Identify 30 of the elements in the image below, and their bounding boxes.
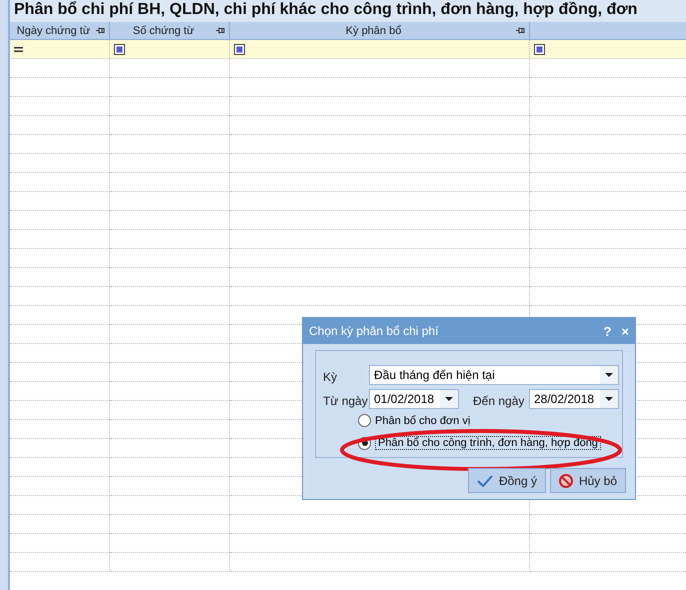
from-date-label: Từ ngày <box>323 394 368 408</box>
page-title: Phân bổ chi phí BH, QLDN, chi phí khác cho công trình, đơn hàng, hợp đồng, đơn <box>10 0 686 22</box>
checkmark-icon <box>477 474 493 486</box>
column-header[interactable]: Ngày chứng từ <box>10 22 110 40</box>
column-header[interactable]: Kỳ phân bổ <box>230 22 530 40</box>
dropdown-arrow-icon[interactable] <box>445 397 453 401</box>
prohibited-icon <box>559 474 573 488</box>
pin-icon[interactable] <box>216 27 225 34</box>
filter-icon[interactable] <box>234 44 245 54</box>
pin-icon[interactable] <box>96 27 105 34</box>
period-label: Kỳ <box>323 370 338 384</box>
radio-option[interactable]: Phân bổ cho đơn vị <box>358 414 470 427</box>
ok-button[interactable]: Đồng ý <box>468 468 546 493</box>
cancel-button[interactable]: Hủy bỏ <box>550 468 626 493</box>
column-header[interactable]: Số chứng từ <box>110 22 230 40</box>
filter-cell[interactable] <box>110 40 230 59</box>
dropdown-arrow-icon[interactable] <box>605 397 613 401</box>
filter-cell[interactable] <box>230 40 530 59</box>
filter-cell[interactable] <box>10 40 110 59</box>
dropdown-arrow-icon[interactable] <box>605 373 613 377</box>
filter-icon[interactable] <box>534 44 545 54</box>
dialog-title: Chọn kỳ phân bổ chi phí <box>309 324 440 338</box>
from-date-field[interactable]: 01/02/2018 <box>369 389 459 409</box>
period-dropdown[interactable]: Đầu tháng đến hiện tại <box>369 365 619 385</box>
equals-icon[interactable] <box>14 46 23 52</box>
filter-cell[interactable] <box>530 40 686 59</box>
to-date-field[interactable]: 28/02/2018 <box>529 389 619 409</box>
pin-icon[interactable] <box>516 27 525 34</box>
filter-icon[interactable] <box>114 44 125 54</box>
to-date-label: Đến ngày <box>473 394 524 408</box>
